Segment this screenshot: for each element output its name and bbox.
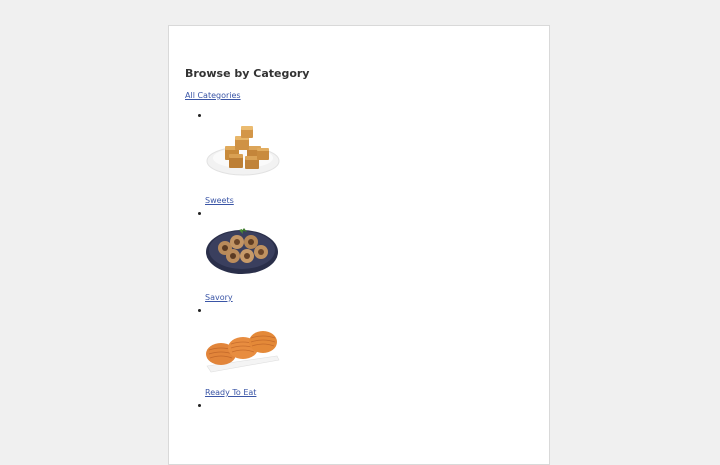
list-bullet xyxy=(198,309,201,312)
sweets-icon[interactable] xyxy=(205,124,281,180)
category-label-sweets[interactable]: Sweets xyxy=(205,196,234,205)
category-label-savory[interactable]: Savory xyxy=(205,293,233,302)
all-categories-link[interactable]: All Categories xyxy=(185,91,241,100)
category-panel: Browse by Category All Categories Sweets… xyxy=(168,25,550,465)
savory-icon[interactable] xyxy=(205,222,281,278)
list-bullet xyxy=(198,212,201,215)
section-title: Browse by Category xyxy=(185,67,310,80)
ready-to-eat-icon[interactable] xyxy=(205,320,281,376)
list-bullet xyxy=(198,114,201,117)
category-label-ready-to-eat[interactable]: Ready To Eat xyxy=(205,388,256,397)
list-bullet xyxy=(198,404,201,407)
